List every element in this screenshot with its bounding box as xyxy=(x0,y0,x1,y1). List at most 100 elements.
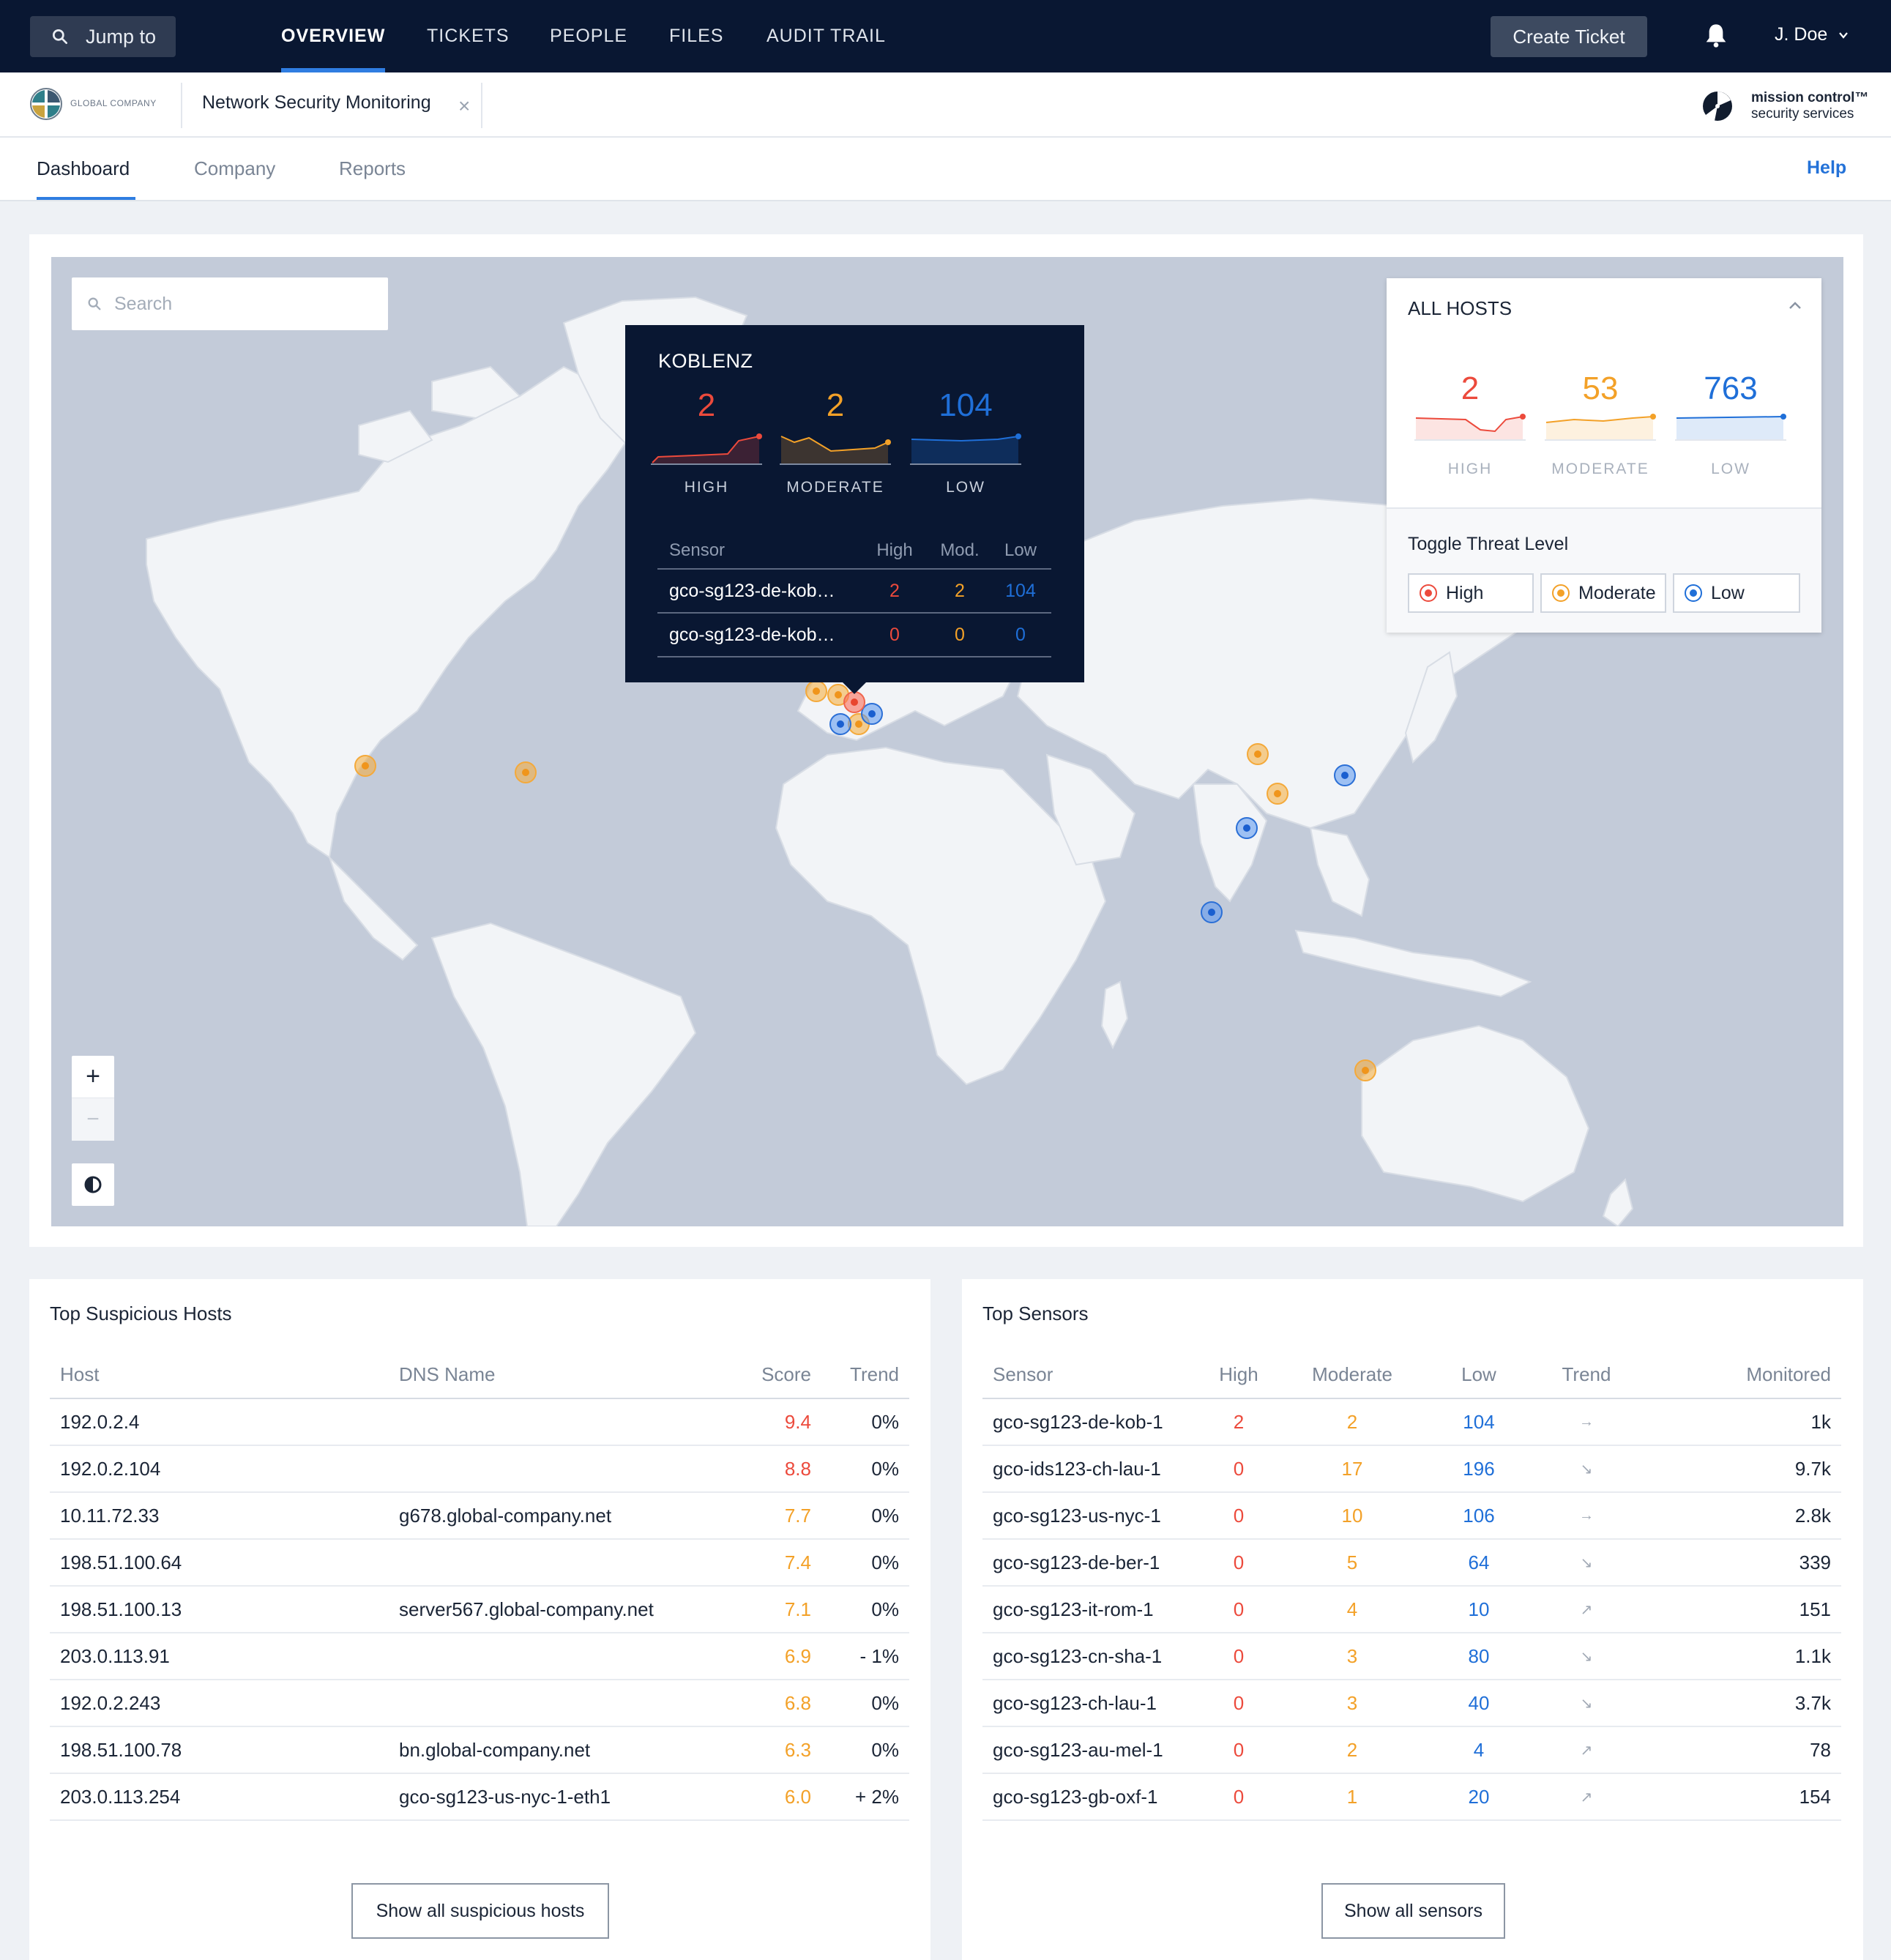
host-ip: 10.11.72.33 xyxy=(60,1504,160,1527)
map-search[interactable] xyxy=(72,277,388,330)
table-row[interactable]: 203.0.113.91 6.9 - 1% xyxy=(50,1633,909,1680)
toggle-low[interactable]: Low xyxy=(1673,573,1800,613)
table-row[interactable]: 192.0.2.4 9.4 0% xyxy=(50,1399,909,1446)
create-ticket-button[interactable]: Create Ticket xyxy=(1491,16,1647,57)
table-row[interactable]: gco-sg123-de-ber-1 0 5 64 ↘ 339 xyxy=(982,1540,1841,1587)
sparkline-moderate xyxy=(780,436,891,465)
nav-overview[interactable]: OVERVIEW xyxy=(281,0,386,72)
divider xyxy=(481,83,482,128)
moderate-count: 1 xyxy=(1346,1785,1358,1808)
score-value: 9.4 xyxy=(784,1410,811,1433)
map-marker-moderate[interactable] xyxy=(354,755,376,777)
show-all-sensors-button[interactable]: Show all sensors xyxy=(1321,1883,1505,1939)
col-monitored[interactable]: Monitored xyxy=(1637,1363,1841,1386)
low-count: 196 xyxy=(1463,1457,1495,1480)
toggle-moderate[interactable]: Moderate xyxy=(1540,573,1666,613)
tab-company[interactable]: Company xyxy=(194,138,275,200)
high-count: 0 xyxy=(1233,1504,1245,1527)
table-row[interactable]: gco-sg123-it-rom-1 0 4 10 ↗ 151 xyxy=(982,1587,1841,1633)
company-logo-icon[interactable] xyxy=(29,87,63,121)
trend-arrow-icon: ↘ xyxy=(1580,1554,1593,1571)
tooltip-sensor-table: Sensor High Mod. Low gco-sg123-de-kob… 2… xyxy=(657,533,1051,657)
page-tab-title[interactable]: Network Security Monitoring xyxy=(202,92,431,113)
dns-name: gco-sg123-us-nyc-1-eth1 xyxy=(399,1785,611,1808)
monitored-count: 151 xyxy=(1799,1598,1831,1620)
search-input[interactable] xyxy=(114,293,378,315)
table-row[interactable]: gco-ids123-ch-lau-1 0 17 196 ↘ 9.7k xyxy=(982,1446,1841,1493)
col-mod: Mod. xyxy=(940,540,980,560)
trend-value: - 1% xyxy=(859,1644,899,1667)
search-icon xyxy=(88,297,101,310)
nav-tickets[interactable]: TICKETS xyxy=(427,0,510,72)
table-row[interactable]: 198.51.100.78 bn.global-company.net 6.3 0% xyxy=(50,1727,909,1774)
host-ip: 203.0.113.254 xyxy=(60,1785,181,1808)
table-row[interactable]: gco-sg123-ch-lau-1 0 3 40 ↘ 3.7k xyxy=(982,1680,1841,1727)
mission-control-logo-icon xyxy=(1703,92,1732,121)
table-row[interactable]: gco-sg123-cn-sha-1 0 3 80 ↘ 1.1k xyxy=(982,1633,1841,1680)
col-dns[interactable]: DNS Name xyxy=(389,1363,726,1386)
jump-to-button[interactable]: Jump to xyxy=(30,16,176,57)
zoom-out-button[interactable]: − xyxy=(72,1098,114,1141)
nav-audit-trail[interactable]: AUDIT TRAIL xyxy=(767,0,886,72)
map-marker-low[interactable] xyxy=(1201,901,1223,923)
stat-label: HIGH xyxy=(684,479,729,496)
nav-files[interactable]: FILES xyxy=(669,0,723,72)
help-link[interactable]: Help xyxy=(1807,157,1846,179)
map-marker-moderate[interactable] xyxy=(1247,743,1269,765)
zoom-in-button[interactable]: + xyxy=(72,1056,114,1098)
table-row[interactable]: 198.51.100.13 server567.global-company.ne… xyxy=(50,1587,909,1633)
col-trend[interactable]: Trend xyxy=(1536,1363,1637,1386)
table-row[interactable]: gco-sg123-au-mel-1 0 2 4 ↗ 78 xyxy=(982,1727,1841,1774)
col-low[interactable]: Low xyxy=(1422,1363,1536,1386)
table-row[interactable]: 198.51.100.64 7.4 0% xyxy=(50,1540,909,1587)
sensors-table: Sensor High Moderate Low Trend Monitored… xyxy=(982,1351,1841,1821)
trend-value: + 2% xyxy=(855,1785,899,1808)
trend-arrow-icon: ↘ xyxy=(1580,1648,1593,1665)
table-row[interactable]: 10.11.72.33 g678.global-company.net 7.7 0% xyxy=(50,1493,909,1540)
col-high[interactable]: High xyxy=(1195,1363,1283,1386)
toggle-high[interactable]: High xyxy=(1408,573,1534,613)
tab-dashboard[interactable]: Dashboard xyxy=(37,138,136,200)
col-host[interactable]: Host xyxy=(50,1363,389,1386)
moderate-count: 3 xyxy=(1346,1644,1358,1667)
map-marker-moderate[interactable] xyxy=(1267,783,1288,805)
card-title: Top Sensors xyxy=(982,1303,1089,1324)
map-marker-moderate[interactable] xyxy=(805,680,827,702)
col-trend[interactable]: Trend xyxy=(821,1363,909,1386)
bell-icon[interactable] xyxy=(1704,22,1728,48)
trend-value: 0% xyxy=(871,1457,899,1480)
moderate-count: 2 xyxy=(955,580,965,601)
sensor-name: gco-sg123-de-kob… xyxy=(669,580,835,601)
table-row[interactable]: gco-sg123-de-kob… 2 2 104 xyxy=(657,570,1051,614)
tab-reports[interactable]: Reports xyxy=(339,138,406,200)
chevron-up-icon[interactable] xyxy=(1786,297,1804,315)
table-row[interactable]: 192.0.2.243 6.8 0% xyxy=(50,1680,909,1727)
map-marker-moderate[interactable] xyxy=(515,761,537,783)
table-row[interactable]: gco-sg123-gb-oxf-1 0 1 20 ↗ 154 xyxy=(982,1774,1841,1821)
map-marker-low[interactable] xyxy=(1236,817,1258,839)
show-all-hosts-button[interactable]: Show all suspicious hosts xyxy=(351,1883,609,1939)
col-sensor[interactable]: Sensor xyxy=(982,1363,1195,1386)
col-score[interactable]: Score xyxy=(726,1363,821,1386)
moderate-count: 2 xyxy=(1346,1410,1358,1433)
theme-toggle-button[interactable] xyxy=(72,1163,114,1206)
table-row[interactable]: 192.0.2.104 8.8 0% xyxy=(50,1446,909,1493)
sensor-name: gco-sg123-de-ber-1 xyxy=(993,1551,1160,1573)
map-marker-low[interactable] xyxy=(1334,764,1356,786)
trend-value: 0% xyxy=(871,1410,899,1433)
table-row[interactable]: gco-sg123-de-kob… 0 0 0 xyxy=(657,614,1051,657)
close-icon[interactable]: × xyxy=(458,96,470,116)
hosts-stat-low: 763 LOW xyxy=(1675,371,1786,478)
table-row[interactable]: gco-sg123-de-kob-1 2 2 104 → 1k xyxy=(982,1399,1841,1446)
score-value: 6.3 xyxy=(784,1738,811,1761)
nav-people[interactable]: PEOPLE xyxy=(550,0,627,72)
col-moderate[interactable]: Moderate xyxy=(1283,1363,1422,1386)
user-menu[interactable]: J. Doe xyxy=(1775,24,1849,45)
table-row[interactable]: gco-sg123-us-nyc-1 0 10 106 → 2.8k xyxy=(982,1493,1841,1540)
map-marker-low[interactable] xyxy=(829,713,851,735)
dns-name: g678.global-company.net xyxy=(399,1504,612,1527)
map-marker-moderate[interactable] xyxy=(1354,1059,1376,1081)
suspicious-hosts-table: Host DNS Name Score Trend 192.0.2.4 9.4 0%… xyxy=(50,1351,909,1821)
map-marker-high[interactable] xyxy=(843,691,865,713)
table-row[interactable]: 203.0.113.254 gco-sg123-us-nyc-1-eth1 6.0 +… xyxy=(50,1774,909,1821)
